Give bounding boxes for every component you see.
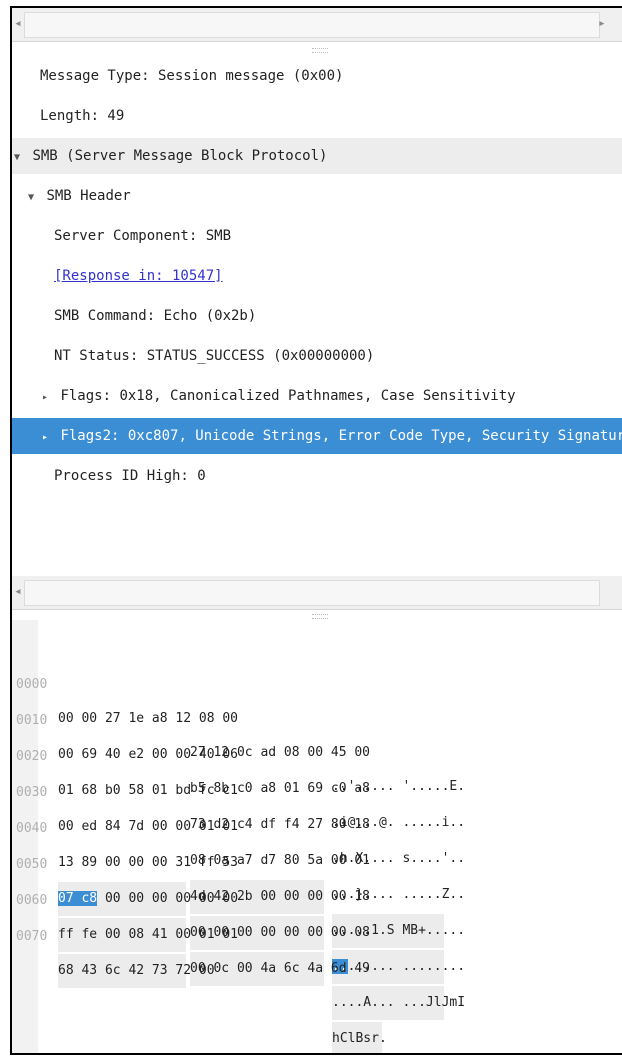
expanded-triangle-icon[interactable]: ▼	[14, 140, 24, 176]
ascii-bytes[interactable]: ....A... ...JlJmI	[332, 986, 465, 1020]
bytes-row: 0010 00 69 40 e2 00 00 40 06 b5 8b c0 a8…	[12, 670, 465, 830]
hex-bytes-rest[interactable]: 00 00 00 00 00 00	[105, 891, 238, 906]
tree-row-label: SMB (Server Message Block Protocol)	[32, 148, 328, 164]
hex-bytes[interactable]: 01 68 b0 58 01 bd fc c1	[58, 774, 238, 808]
response-in-link[interactable]: [Response in: 10547]	[54, 258, 223, 294]
tree-row-process-id-high[interactable]: Process ID High: 0	[12, 458, 622, 494]
hex-bytes[interactable]: 00 00 27 1e a8 12 08 00	[58, 702, 238, 736]
tree-row-smb-protocol[interactable]: ▼ SMB (Server Message Block Protocol)	[12, 138, 622, 174]
bytes-row: 0050 07 c8 00 00 00 00 00 00 00 00 00 00…	[12, 814, 465, 984]
tree-row-label: NT Status: STATUS_SUCCESS (0x00000000)	[54, 348, 375, 364]
pane-splitter-grip[interactable]	[312, 48, 328, 53]
hex-bytes[interactable]: 00 ed 84 7d 00 00 01 01	[58, 810, 238, 844]
tree-row-server-component[interactable]: Server Component: SMB	[12, 218, 622, 254]
scrollbar-thumb[interactable]	[24, 12, 600, 38]
tree-row-smb-header[interactable]: ▼ SMB Header	[12, 178, 622, 214]
tree-row-label: Flags: 0x18, Canonicalized Pathnames, Ca…	[60, 388, 516, 404]
collapsed-triangle-icon[interactable]: ▸	[42, 380, 52, 416]
hex-bytes[interactable]: 13 89 00 00 00 31 ff 53	[58, 846, 238, 880]
hex-bytes[interactable]: 07 c8 00 00 00 00 00 00	[58, 882, 238, 916]
bytes-row: 0040 13 89 00 00 00 31 ff 53 4d 42 2b 00…	[12, 778, 465, 948]
tree-row-label: Server Component: SMB	[54, 228, 232, 244]
bytes-row: 0060 ff fe 00 08 41 00 01 01 00 0c 00 4a…	[12, 850, 465, 1020]
tree-row-length[interactable]: Length: 49	[12, 98, 622, 134]
ascii-bytes[interactable]: hClBsr.	[332, 1022, 387, 1053]
hex-bytes[interactable]: 00 69 40 e2 00 00 40 06	[58, 738, 238, 772]
packet-details-tree: Message Type: Session message (0x00) Len…	[12, 58, 622, 576]
tree-row-label: SMB Command: Echo (0x2b)	[54, 308, 257, 324]
bytes-row: 0030 00 ed 84 7d 00 00 01 01 08 0a a7 d7…	[12, 742, 465, 902]
selected-hex-bytes[interactable]: 07 c8	[58, 891, 98, 906]
tree-row-label: Message Type: Session message (0x00)	[40, 68, 344, 84]
bytes-row: 0000 00 00 27 1e a8 12 08 00 27 12 0c ad…	[12, 634, 465, 794]
scroll-right-arrow-icon[interactable]: ▸	[598, 16, 606, 32]
tree-row-label: SMB Header	[46, 188, 131, 204]
bytes-row: 0020 01 68 b0 58 01 bd fc c1 73 d2 c4 df…	[12, 706, 465, 866]
scroll-left-arrow-icon[interactable]: ◂	[14, 16, 22, 32]
top-horizontal-scrollbar[interactable]: ◂ ▸	[12, 8, 622, 42]
packet-bytes-pane: 0000 00 00 27 1e a8 12 08 00 27 12 0c ad…	[12, 620, 622, 1053]
scroll-left-arrow-icon[interactable]: ◂	[14, 584, 22, 600]
pane-splitter-grip[interactable]	[312, 614, 328, 619]
tree-row-response-in[interactable]: [Response in: 10547]	[12, 258, 622, 294]
hex-bytes[interactable]: ff fe 00 08 41 00 01 01	[58, 918, 238, 952]
scrollbar-thumb[interactable]	[24, 580, 600, 606]
tree-row-flags[interactable]: ▸ Flags: 0x18, Canonicalized Pathnames, …	[12, 378, 622, 414]
collapsed-triangle-icon[interactable]: ▸	[42, 420, 52, 456]
bytes-row: 0070 68 43 6c 42 73 72 00 hClBsr.	[12, 886, 387, 1053]
hex-bytes[interactable]: 68 43 6c 42 73 72 00	[58, 954, 215, 988]
tree-row-smb-command[interactable]: SMB Command: Echo (0x2b)	[12, 298, 622, 334]
tree-row-label: Length: 49	[40, 108, 125, 124]
tree-horizontal-scrollbar[interactable]: ◂	[12, 576, 622, 610]
expanded-triangle-icon[interactable]: ▼	[28, 180, 38, 216]
tree-row-nt-status[interactable]: NT Status: STATUS_SUCCESS (0x00000000)	[12, 338, 622, 374]
byte-offset: 0070	[16, 929, 48, 944]
tree-row-message-type[interactable]: Message Type: Session message (0x00)	[12, 58, 622, 94]
tree-row-flags2[interactable]: ▸ Flags2: 0xc807, Unicode Strings, Error…	[12, 418, 622, 454]
packet-details-window: ◂ ▸ Message Type: Session message (0x00)…	[10, 6, 622, 1055]
tree-row-label: Flags2: 0xc807, Unicode Strings, Error C…	[60, 428, 622, 444]
tree-row-label: Process ID High: 0	[54, 468, 206, 484]
